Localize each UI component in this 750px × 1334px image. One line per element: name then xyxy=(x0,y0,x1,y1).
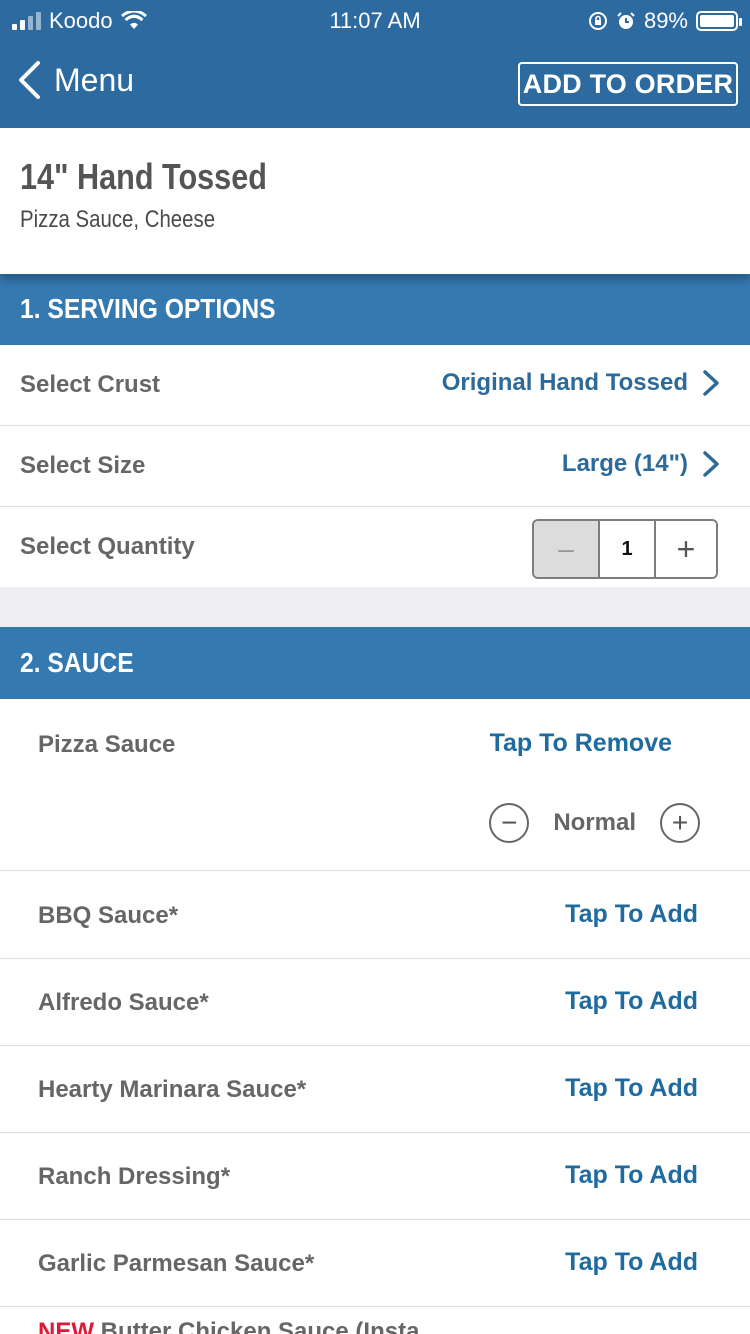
quantity-stepper: – 1 + xyxy=(532,519,718,579)
sauce-label: Alfredo Sauce* xyxy=(38,989,209,1016)
sauce-label: Butter Chicken Sauce (Insta xyxy=(100,1318,420,1334)
sauce-option-row-partial[interactable]: NEW Butter Chicken Sauce (Insta xyxy=(38,1318,419,1334)
product-subtitle: Pizza Sauce, Cheese xyxy=(20,206,216,233)
section-title: 1. SERVING OPTIONS xyxy=(20,293,276,324)
battery-icon xyxy=(696,11,742,31)
sauce-amount-control: − Normal + xyxy=(489,803,700,843)
quantity-value: 1 xyxy=(600,521,656,577)
add-sauce-button[interactable]: Tap To Add xyxy=(565,1248,698,1277)
increase-amount-button[interactable]: + xyxy=(660,803,700,843)
status-right: 89% xyxy=(588,8,742,34)
decrease-amount-button[interactable]: − xyxy=(489,803,530,843)
size-value-container[interactable]: Large (14") xyxy=(562,450,720,478)
product-title: 14" Hand Tossed xyxy=(20,156,267,197)
section-title: 2. SAUCE xyxy=(20,647,134,678)
new-badge: NEW xyxy=(38,1318,94,1334)
back-button[interactable]: Menu xyxy=(16,60,134,100)
sauce-option-row[interactable]: BBQ Sauce* Tap To Add xyxy=(0,872,750,959)
product-summary: 14" Hand Tossed Pizza Sauce, Cheese xyxy=(0,128,750,274)
alarm-icon xyxy=(617,12,635,29)
selected-sauce-row: Pizza Sauce Tap To Remove − Normal + xyxy=(0,699,750,871)
quantity-increase-button[interactable]: + xyxy=(656,521,716,577)
quantity-decrease-button[interactable]: – xyxy=(534,521,600,577)
section-header-sauce: 2. SAUCE xyxy=(0,627,750,699)
chevron-right-icon xyxy=(703,370,719,396)
sauce-label: BBQ Sauce* xyxy=(38,902,179,929)
sauce-label: Garlic Parmesan Sauce* xyxy=(38,1250,315,1277)
section-divider xyxy=(0,587,750,627)
nav-bar: Menu ADD TO ORDER xyxy=(0,40,750,128)
crust-value: Original Hand Tossed xyxy=(441,369,688,396)
add-sauce-button[interactable]: Tap To Add xyxy=(565,1161,698,1190)
chevron-left-icon xyxy=(19,61,40,99)
sauce-option-row[interactable]: Hearty Marinara Sauce* Tap To Add xyxy=(0,1046,750,1133)
add-sauce-button[interactable]: Tap To Add xyxy=(565,900,698,929)
orientation-lock-icon xyxy=(588,12,607,30)
battery-percent: 89% xyxy=(643,8,688,33)
back-label: Menu xyxy=(54,61,135,98)
status-bar: Koodo 11:07 AM 89% xyxy=(0,0,750,40)
sauce-option-row[interactable]: Garlic Parmesan Sauce* Tap To Add xyxy=(0,1220,750,1307)
chevron-right-icon xyxy=(703,451,719,477)
size-value: Large (14") xyxy=(561,450,688,477)
size-label: Select Size xyxy=(20,452,146,479)
crust-row[interactable]: Select Crust Original Hand Tossed xyxy=(0,345,750,426)
add-sauce-button[interactable]: Tap To Add xyxy=(565,1074,698,1103)
add-to-order-button[interactable]: ADD TO ORDER xyxy=(518,62,738,106)
sauce-option-row[interactable]: Ranch Dressing* Tap To Add xyxy=(0,1133,750,1220)
sauce-label: Pizza Sauce xyxy=(38,731,176,758)
sauce-label: Hearty Marinara Sauce* xyxy=(38,1076,307,1103)
size-row[interactable]: Select Size Large (14") xyxy=(0,426,750,507)
remove-sauce-button[interactable]: Tap To Remove xyxy=(490,729,672,758)
quantity-row: Select Quantity – 1 + xyxy=(0,507,750,588)
top-bar: Koodo 11:07 AM 89% Menu ADD TO ORDER xyxy=(0,0,750,128)
sauce-label: Ranch Dressing* xyxy=(38,1163,231,1190)
add-sauce-button[interactable]: Tap To Add xyxy=(565,987,698,1016)
crust-label: Select Crust xyxy=(20,371,161,398)
crust-value-container[interactable]: Original Hand Tossed xyxy=(442,369,720,397)
section-header-serving-options: 1. SERVING OPTIONS xyxy=(0,273,750,345)
sauce-amount: Normal xyxy=(553,809,636,836)
sauce-option-row[interactable]: Alfredo Sauce* Tap To Add xyxy=(0,959,750,1046)
quantity-label: Select Quantity xyxy=(20,533,195,560)
